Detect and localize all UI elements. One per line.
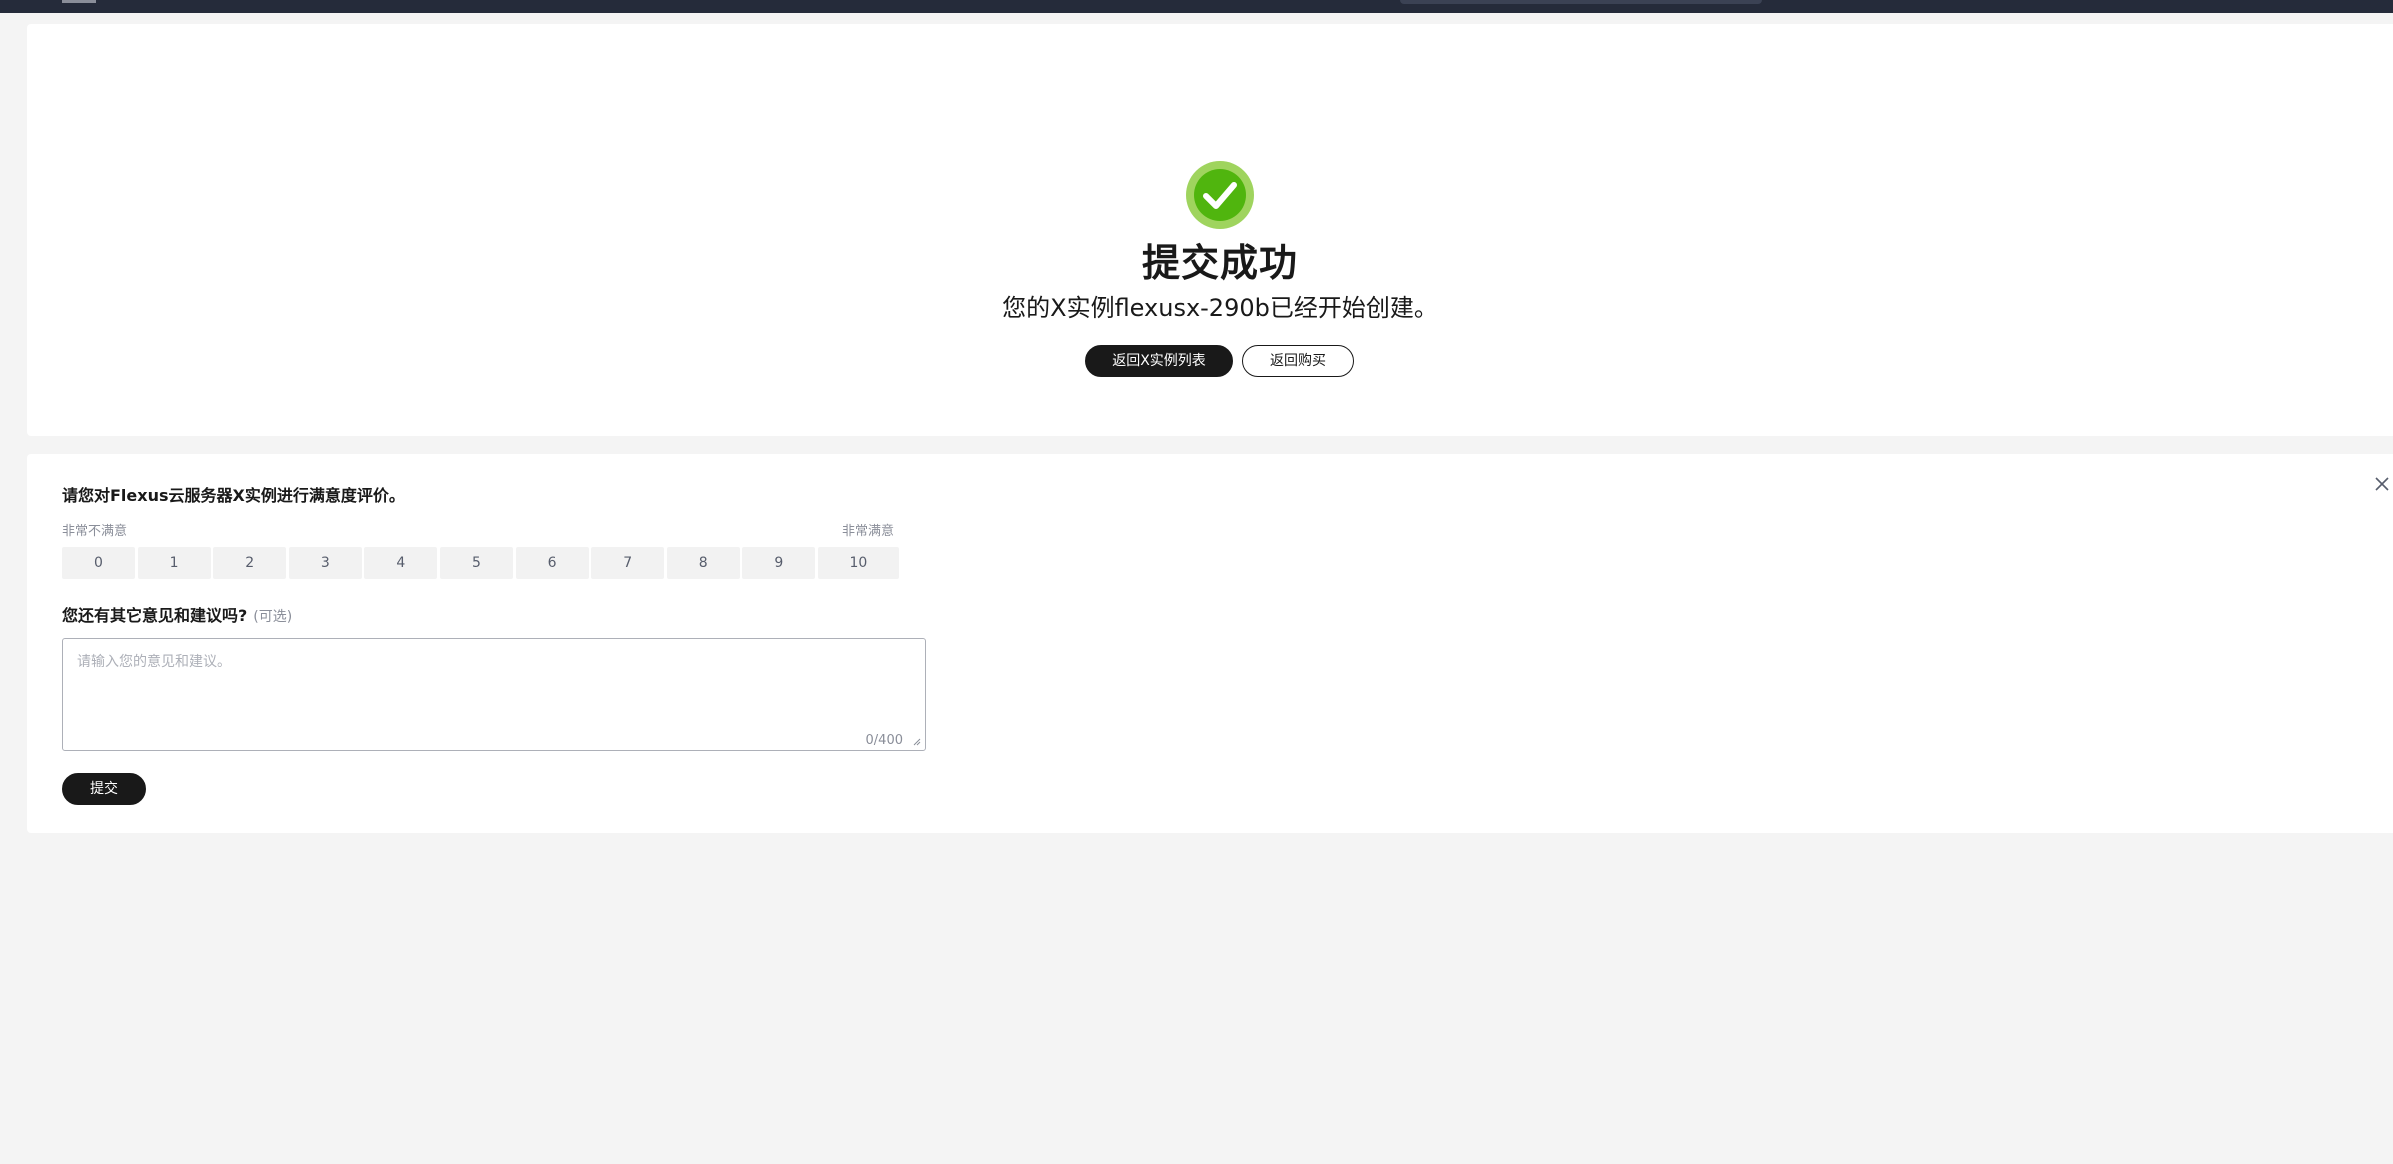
rating-option-2[interactable]: 2 (213, 547, 287, 579)
feedback-label: 您还有其它意见和建议吗? (可选) (62, 602, 292, 626)
character-counter: 0/400 (865, 733, 903, 748)
scale-high-label: 非常满意 (842, 524, 895, 539)
success-description: 您的X实例flexusx-290b已经开始创建。 (1002, 294, 1438, 322)
check-circle-icon (1186, 161, 1254, 229)
rating-option-4[interactable]: 4 (364, 547, 438, 579)
rating-scale: 0 1 2 3 4 5 6 7 8 9 10 (62, 547, 899, 579)
rating-option-10[interactable]: 10 (817, 547, 899, 579)
back-to-instance-list-button[interactable]: 返回X实例列表 (1085, 345, 1233, 377)
close-icon[interactable] (2372, 474, 2392, 494)
feedback-placeholder: 请输入您的意见和建议。 (77, 654, 231, 670)
rating-option-7[interactable]: 7 (591, 547, 665, 579)
rating-option-1[interactable]: 1 (137, 547, 211, 579)
back-to-purchase-button[interactable]: 返回购买 (1242, 345, 1354, 377)
rating-option-3[interactable]: 3 (288, 547, 362, 579)
rating-option-6[interactable]: 6 (515, 547, 589, 579)
rating-option-9[interactable]: 9 (742, 547, 816, 579)
top-nav-bar (0, 0, 2393, 13)
logo[interactable] (62, 0, 96, 3)
survey-title: 请您对Flexus云服务器X实例进行满意度评价。 (62, 486, 405, 505)
feedback-optional-label: (可选) (253, 609, 293, 625)
rating-option-0[interactable]: 0 (62, 547, 135, 579)
scale-low-label: 非常不满意 (62, 524, 128, 539)
rating-option-5[interactable]: 5 (439, 547, 513, 579)
search-bar[interactable] (1400, 0, 1762, 4)
rating-option-8[interactable]: 8 (666, 547, 740, 579)
feedback-textarea[interactable]: 请输入您的意见和建议。 0/400 (62, 638, 926, 751)
resize-handle-icon[interactable] (913, 738, 921, 746)
feedback-label-text: 您还有其它意见和建议吗? (62, 606, 248, 625)
success-title: 提交成功 (1141, 241, 1298, 285)
submit-button[interactable]: 提交 (62, 773, 146, 805)
